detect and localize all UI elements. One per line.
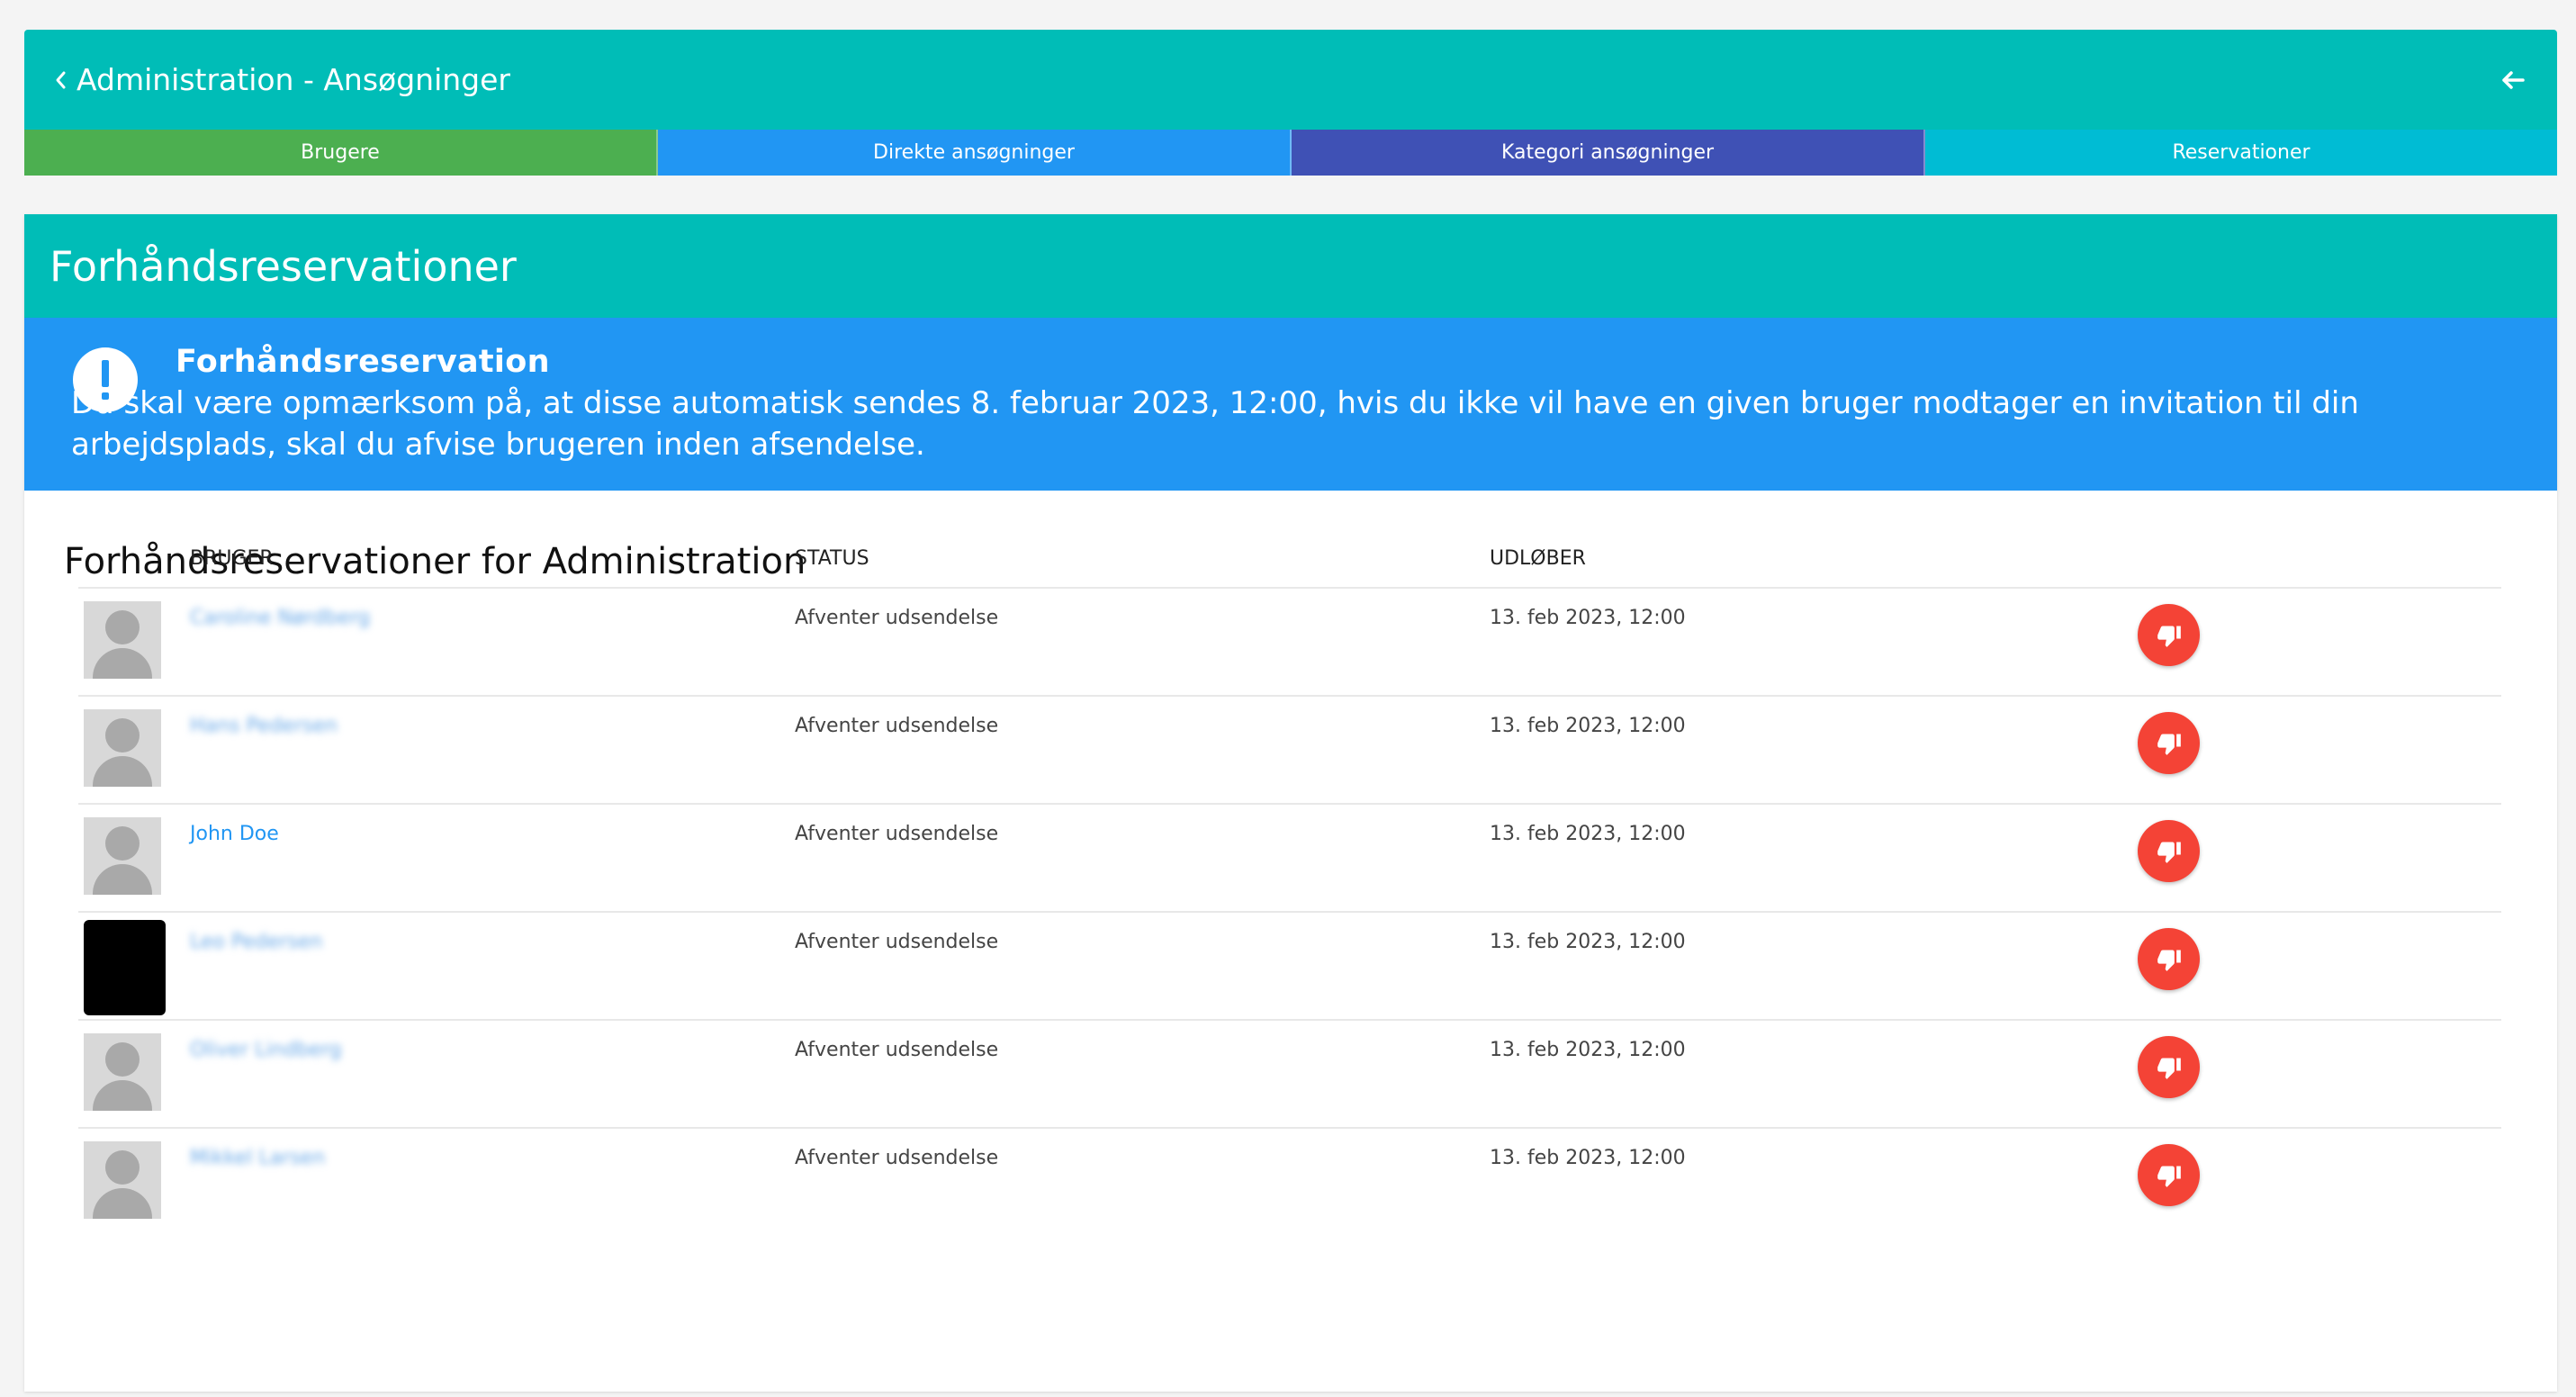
alert-title: Forhåndsreservation [176,344,550,380]
table-row: Caroline Nørdberg Afventer udsendelse 13… [78,588,2501,697]
status-column-header: STATUS [795,529,1490,589]
expires-text: 13. feb 2023, 12:00 [1490,1147,1686,1169]
reservations-table: BRUGER STATUS UDLØBER Caroline Nørdberg … [78,529,2501,1236]
user-name-link[interactable]: Oliver Lindberg [190,1039,342,1061]
arrow-left-icon[interactable] [2498,65,2528,95]
table-row: Mikkel Larsen Afventer udsendelse 13. fe… [78,1128,2501,1236]
expires-text: 13. feb 2023, 12:00 [1490,1039,1686,1061]
reject-button[interactable] [2138,820,2200,882]
chevron-left-icon[interactable] [53,68,68,93]
user-name-link[interactable]: John Doe [190,823,279,845]
reject-button[interactable] [2138,928,2200,990]
alert-text: Du skal være opmærksom på, at disse auto… [71,385,2359,463]
expires-text: 13. feb 2023, 12:00 [1490,823,1686,845]
avatar [84,709,161,787]
page: Administration - Ansøgninger Brugere Dir… [24,30,2557,1392]
table-row: Oliver Lindberg Afventer udsendelse 13. … [78,1020,2501,1129]
thumbs-down-icon [2157,950,2181,971]
user-name-link[interactable]: Leo Pedersen [190,931,322,953]
info-alert: Forhåndsreservation Du skal være opmærks… [24,318,2557,491]
reject-button[interactable] [2138,712,2200,774]
status-text: Afventer udsendelse [795,931,999,953]
avatar [84,1141,161,1219]
avatar [84,920,166,1015]
avatar [84,817,161,895]
status-text: Afventer udsendelse [795,607,999,629]
thumbs-down-icon [2157,734,2181,755]
avatar [84,1033,161,1111]
thumbs-down-icon [2157,842,2181,863]
tab-bar: Brugere Direkte ansøgninger Kategori ans… [24,130,2557,176]
tab-reservationer[interactable]: Reservationer [1925,130,2557,176]
expires-text: 13. feb 2023, 12:00 [1490,715,1686,737]
status-text: Afventer udsendelse [795,1147,999,1169]
status-text: Afventer udsendelse [795,823,999,845]
table-row: Hans Pedersen Afventer udsendelse 13. fe… [78,696,2501,805]
expires-text: 13. feb 2023, 12:00 [1490,607,1686,629]
top-header: Administration - Ansøgninger [24,30,2557,130]
tab-kategori-ansogninger[interactable]: Kategori ansøgninger [1292,130,1925,176]
action-column-header [2138,529,2501,589]
status-text: Afventer udsendelse [795,715,999,737]
table-header-row: BRUGER STATUS UDLØBER [78,529,2501,589]
user-column-header: BRUGER [190,529,795,589]
user-name-link[interactable]: Mikkel Larsen [190,1147,325,1169]
thumbs-down-icon [2157,1058,2181,1079]
status-text: Afventer udsendelse [795,1039,999,1061]
table-row: John Doe Afventer udsendelse 13. feb 202… [78,804,2501,913]
exclamation-icon [73,347,138,412]
tab-direkte-ansogninger[interactable]: Direkte ansøgninger [658,130,1292,176]
reject-button[interactable] [2138,1036,2200,1098]
avatar [84,601,161,679]
card-title: Forhåndsreservationer [24,214,2557,318]
thumbs-down-icon [2157,626,2181,647]
user-name-link[interactable]: Caroline Nørdberg [190,607,370,629]
reject-button[interactable] [2138,1144,2200,1206]
avatar-column-header [78,529,190,589]
page-title: Administration - Ansøgninger [77,62,510,97]
thumbs-down-icon [2157,1166,2181,1187]
expires-text: 13. feb 2023, 12:00 [1490,931,1686,953]
header-title-wrap[interactable]: Administration - Ansøgninger [53,62,510,97]
table-row: Leo Pedersen Afventer udsendelse 13. feb… [78,912,2501,1021]
reject-button[interactable] [2138,604,2200,666]
tab-brugere[interactable]: Brugere [24,130,658,176]
expires-column-header: UDLØBER [1490,529,2138,589]
user-name-link[interactable]: Hans Pedersen [190,715,338,737]
